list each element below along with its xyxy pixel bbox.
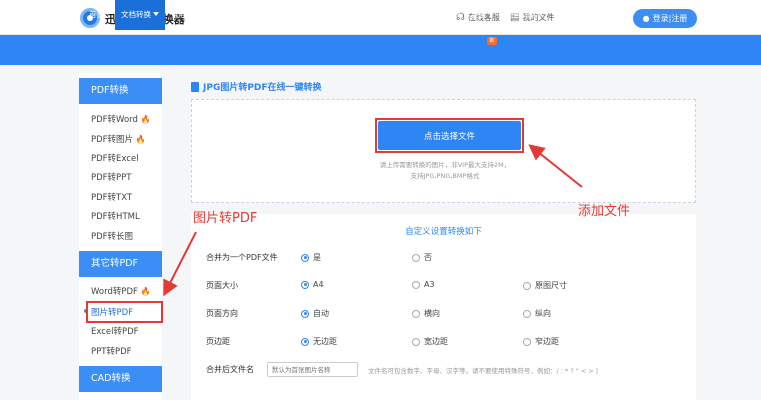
filename-hint: 文件名可包含数字、字母、汉字等。请不要使用特殊符号，例如：/ : * ? " <… — [368, 367, 599, 375]
chevron-down-icon — [488, 12, 494, 16]
radio-unchecked-icon — [412, 253, 420, 262]
filename-input[interactable] — [267, 362, 358, 377]
annotation-image-to-pdf: 图片转PDF — [193, 211, 258, 226]
fire-icon: 🔥 — [135, 135, 146, 144]
page-orientation-label: 页面方向 — [206, 309, 238, 318]
merge-no-radio[interactable]: 否 — [412, 252, 432, 263]
nav-item-ppt-template[interactable]: PPT模板 — [557, 0, 594, 30]
sidebar-section-cad-convert[interactable]: CAD转换 — [79, 366, 162, 392]
margin-narrow-radio[interactable]: 窄边距 — [523, 336, 559, 347]
radio-checked-icon — [301, 309, 309, 318]
radio-unchecked-icon — [523, 281, 531, 290]
filename-label: 合并后文件名 — [206, 365, 254, 374]
chevron-down-icon — [318, 12, 324, 16]
orientation-landscape-radio[interactable]: 横向 — [412, 308, 440, 319]
sidebar-item-pdf-to-excel[interactable]: PDF转Excel — [91, 152, 139, 164]
chevron-down-icon — [538, 12, 544, 16]
radio-unchecked-icon — [523, 309, 531, 318]
sidebar: PDF转换 PDF转Word 🔥 PDF转图片 🔥 PDF转Excel PDF转… — [79, 73, 162, 400]
radio-unchecked-icon — [523, 337, 531, 346]
document-icon — [191, 81, 199, 92]
radio-checked-icon — [301, 253, 309, 262]
sidebar-item-ppt-to-pdf[interactable]: PPT转PDF — [91, 345, 132, 357]
new-badge: 新 — [487, 37, 497, 45]
nav-item-ocr[interactable]: 图片文字识别 — [331, 0, 392, 30]
upload-hint-line2: 支持JPG,PNG,BMP格式 — [410, 172, 480, 180]
chevron-down-icon — [626, 12, 633, 16]
sidebar-item-pdf-to-ppt[interactable]: PDF转PPT — [91, 171, 132, 183]
fire-icon: 🔥 — [140, 287, 151, 296]
login-button[interactable]: ● 登录|注册 — [633, 9, 697, 28]
sidebar-item-pdf-to-txt[interactable]: PDF转TXT — [91, 191, 132, 203]
sidebar-item-pdf-to-word[interactable]: PDF转Word 🔥 — [91, 113, 151, 125]
orientation-portrait-radio[interactable]: 纵向 — [523, 308, 551, 319]
nav-item-plagiarism[interactable]: 论文查重 — [452, 0, 498, 30]
chevron-down-icon — [204, 12, 210, 16]
radio-unchecked-icon — [412, 337, 420, 346]
margin-label: 页边距 — [206, 337, 230, 346]
page-size-original-radio[interactable]: 原图尺寸 — [523, 280, 567, 291]
fire-icon: 🔥 — [140, 115, 151, 124]
nav-item-home[interactable]: 首页 — [82, 0, 111, 30]
page-size-a4-radio[interactable]: A4 — [301, 280, 324, 289]
nav-item-features[interactable]: 特色功能 — [502, 0, 548, 30]
upload-button-highlight-box — [375, 118, 524, 153]
sidebar-item-pdf-to-long-image[interactable]: PDF转长图 — [91, 230, 133, 242]
chevron-down-icon — [438, 12, 445, 16]
user-icon: ● — [642, 14, 650, 23]
upload-hint-line1: 请上传需要转换的图片，非VIP最大支持2M， — [379, 161, 511, 169]
merge-yes-radio[interactable]: 是 — [301, 252, 321, 263]
annotation-add-file: 添加文件 — [578, 204, 631, 219]
page-size-label: 页面大小 — [206, 281, 238, 290]
nav-item-translate[interactable]: 文档文本翻译 — [218, 0, 279, 30]
page-size-a3-radio[interactable]: A3 — [412, 280, 435, 289]
image-to-pdf-highlight-box — [86, 301, 163, 323]
sidebar-item-pdf-to-html[interactable]: PDF转HTML — [91, 210, 140, 222]
nav-item-speech[interactable]: 语音识别 — [282, 0, 328, 30]
page-title: JPG图片转PDF在线一键转换 — [191, 80, 322, 93]
sidebar-section-pdf-convert[interactable]: PDF转换 — [79, 78, 162, 104]
radio-checked-icon — [301, 337, 309, 346]
orientation-auto-radio[interactable]: 自动 — [301, 308, 329, 319]
radio-unchecked-icon — [412, 309, 420, 318]
nav-item-doc-process[interactable]: 文档处理 — [168, 0, 214, 30]
sidebar-item-word-to-pdf[interactable]: Word转PDF 🔥 — [91, 285, 151, 297]
chevron-down-icon — [269, 12, 275, 16]
nav-item-client[interactable]: 客户端 — [598, 0, 637, 30]
margin-none-radio[interactable]: 无边距 — [301, 336, 337, 347]
nav-item-doc-convert[interactable]: 文档转换 — [115, 0, 165, 30]
sidebar-item-excel-to-pdf[interactable]: Excel转PDF — [91, 325, 139, 337]
nav-item-av-convert[interactable]: 音视频转换 — [395, 0, 449, 30]
margin-wide-radio[interactable]: 宽边距 — [412, 336, 448, 347]
sidebar-section-other-to-pdf[interactable]: 其它转PDF — [79, 251, 162, 277]
settings-title: 自定义设置转换如下 — [405, 227, 482, 237]
main-nav — [0, 35, 761, 65]
radio-checked-icon — [301, 280, 309, 289]
merge-pdf-label: 合并为一个PDF文件 — [206, 253, 278, 262]
radio-unchecked-icon — [412, 280, 420, 289]
chevron-down-icon — [153, 12, 159, 16]
chevron-down-icon — [382, 12, 388, 16]
sidebar-item-pdf-to-image[interactable]: PDF转图片 🔥 — [91, 133, 146, 145]
